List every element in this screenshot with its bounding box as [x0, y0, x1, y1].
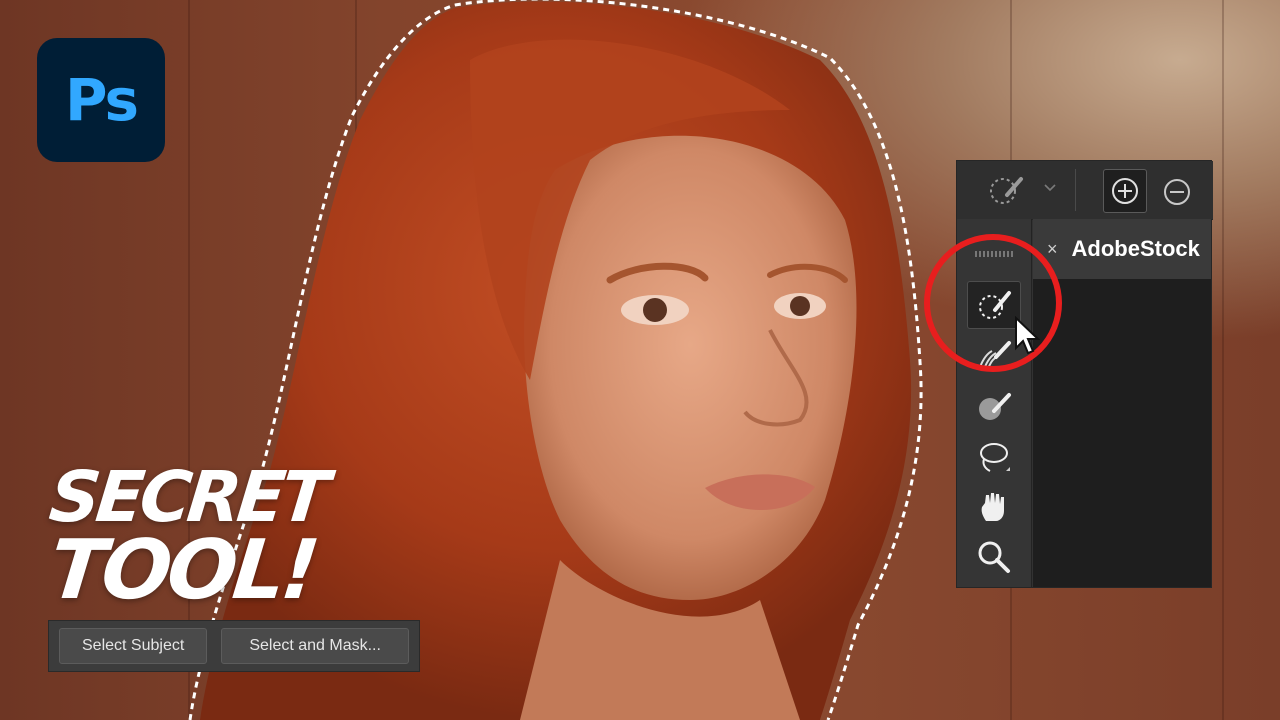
headline-line-2: TOOL!: [45, 523, 321, 618]
hand-icon: [981, 493, 1004, 521]
highlight-circle: [924, 234, 1062, 372]
mouse-cursor-icon: [1015, 316, 1040, 355]
select-subject-button[interactable]: Select Subject: [59, 628, 208, 664]
face-shape: [524, 135, 857, 601]
photoshop-logo-text: Ps: [64, 66, 139, 134]
options-bar: Select Subject Select and Mask...: [48, 620, 420, 672]
add-selection-icon: [1112, 178, 1138, 204]
close-icon[interactable]: ×: [1047, 239, 1058, 260]
document-tab-title: AdobeStock: [1071, 236, 1200, 261]
lasso-tool[interactable]: [967, 433, 1021, 481]
hand-tool[interactable]: [967, 483, 1021, 531]
add-to-selection-button[interactable]: [1103, 169, 1147, 213]
document-area: × AdobeStock: [1033, 219, 1211, 587]
lasso-icon: [980, 443, 1010, 472]
photoshop-logo: Ps: [37, 38, 165, 162]
chevron-down-icon[interactable]: [1043, 183, 1057, 193]
zoom-icon: [978, 541, 1010, 573]
tool-options-bar: [957, 161, 1213, 220]
brush-tool[interactable]: [967, 383, 1021, 431]
document-tab[interactable]: × AdobeStock: [1033, 219, 1211, 279]
brush-icon: [979, 393, 1011, 420]
subtract-selection-icon[interactable]: [1158, 173, 1196, 211]
divider: [1075, 169, 1076, 211]
quick-selection-brush-icon[interactable]: [987, 173, 1027, 207]
document-canvas[interactable]: [1033, 279, 1211, 587]
headline-line-1: SECRET: [45, 456, 330, 538]
zoom-tool[interactable]: [967, 533, 1021, 581]
photoshop-panel: × AdobeStock: [956, 160, 1213, 588]
select-and-mask-button[interactable]: Select and Mask...: [221, 628, 409, 664]
